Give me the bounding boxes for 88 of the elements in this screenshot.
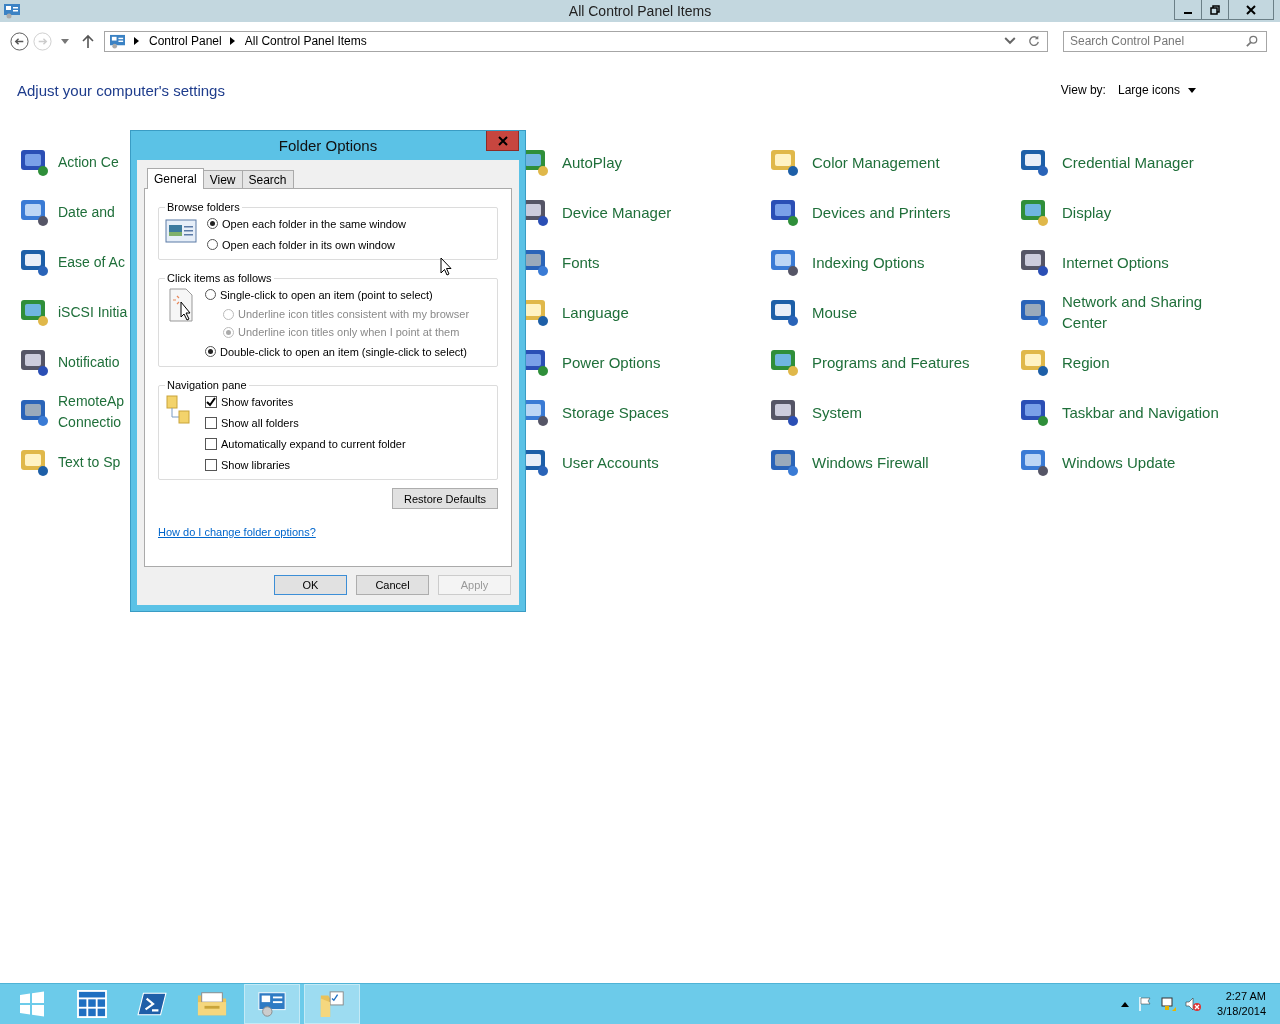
restore-icon bbox=[1210, 4, 1220, 15]
applet-link[interactable]: iSCSI Initia bbox=[58, 301, 128, 323]
search-icon bbox=[1246, 34, 1258, 47]
control-panel-icon bbox=[109, 33, 126, 49]
control-panel-icon bbox=[3, 3, 21, 19]
applet-link[interactable]: Indexing Options bbox=[812, 251, 925, 273]
tab[interactable]: Search bbox=[241, 170, 294, 188]
applet-link[interactable]: Text to Sp bbox=[58, 451, 121, 473]
caret-up-icon[interactable] bbox=[1121, 1001, 1130, 1007]
dialog-button[interactable]: Cancel bbox=[356, 575, 429, 595]
applet-link[interactable]: Action Ce bbox=[58, 151, 119, 173]
applet-link[interactable]: User Accounts bbox=[562, 451, 659, 473]
taskbar-button[interactable] bbox=[244, 984, 300, 1024]
dialog-title: Folder Options bbox=[278, 137, 378, 154]
applet-link[interactable]: Windows Firewall bbox=[812, 451, 929, 473]
chevron-down-icon[interactable] bbox=[1004, 35, 1016, 47]
breadcrumb[interactable]: All Control Panel Items bbox=[244, 34, 367, 48]
flag-icon[interactable] bbox=[1137, 996, 1154, 1012]
close-icon bbox=[1246, 4, 1256, 15]
help-link[interactable]: How do I change folder options? bbox=[158, 526, 316, 538]
window-title: All Control Panel Items bbox=[567, 3, 713, 19]
applet-link[interactable]: System bbox=[812, 401, 862, 423]
applet-link[interactable]: Power Options bbox=[562, 351, 661, 373]
clock-time: 2:27 AM bbox=[1225, 989, 1266, 1004]
search-field[interactable]: Search Control Panel bbox=[1063, 30, 1267, 52]
applet-link[interactable]: Storage Spaces bbox=[562, 401, 669, 423]
applet-link[interactable]: Display bbox=[1062, 201, 1112, 223]
address-bar[interactable]: Control Panel All Control Panel Items bbox=[104, 30, 1048, 52]
radio-option[interactable]: Double-click to open an item (single-click to select) bbox=[205, 341, 470, 362]
clock-date: 3/18/2014 bbox=[1217, 1004, 1266, 1019]
applet-link[interactable]: Programs and Features bbox=[812, 351, 970, 373]
tab[interactable]: General bbox=[147, 168, 204, 189]
applet-link[interactable]: Color Management bbox=[812, 151, 940, 173]
group-title: Browse folders bbox=[166, 201, 241, 213]
radio-option[interactable]: Single-click to open an item (point to select) bbox=[205, 284, 470, 305]
group-title: Click items as follows bbox=[166, 272, 273, 284]
mouse-pointer-icon bbox=[440, 257, 452, 276]
back-icon[interactable] bbox=[10, 31, 29, 51]
tab[interactable]: View bbox=[202, 170, 243, 188]
applet-link[interactable]: RemoteAp Connectio bbox=[58, 391, 128, 433]
minimize-button[interactable] bbox=[1174, 0, 1202, 20]
applet-link[interactable]: Device Manager bbox=[562, 201, 672, 223]
applet-link[interactable]: Devices and Printers bbox=[812, 201, 951, 223]
applet-link[interactable]: Language bbox=[562, 301, 629, 323]
breadcrumb[interactable]: Control Panel bbox=[149, 34, 222, 48]
applet-link[interactable]: Mouse bbox=[812, 301, 858, 323]
caret-icon bbox=[1188, 87, 1196, 93]
applet-link[interactable]: Fonts bbox=[562, 251, 600, 273]
chevron-icon[interactable] bbox=[134, 37, 139, 45]
page-heading: Adjust your computer's settings bbox=[17, 81, 225, 99]
windows-logo-icon bbox=[17, 990, 47, 1018]
close-button[interactable] bbox=[1228, 0, 1274, 20]
applet-link[interactable]: Taskbar and Navigation bbox=[1062, 401, 1219, 423]
dropdown-icon[interactable] bbox=[61, 38, 69, 44]
applet-link[interactable]: Internet Options bbox=[1062, 251, 1169, 273]
checkbox-option[interactable]: Automatically expand to current folder bbox=[205, 433, 406, 454]
applet-link[interactable]: Date and bbox=[58, 201, 115, 223]
applet-link[interactable]: Windows Update bbox=[1062, 451, 1176, 473]
applet-link[interactable]: Credential Manager bbox=[1062, 151, 1194, 173]
network-icon[interactable] bbox=[1161, 996, 1178, 1012]
close-icon bbox=[497, 135, 508, 146]
group-title: Navigation pane bbox=[166, 379, 248, 391]
view-dropdown[interactable]: Large icons bbox=[1117, 83, 1196, 97]
up-arrow-icon[interactable] bbox=[82, 34, 94, 48]
checkbox-option[interactable]: Show all folders bbox=[205, 412, 406, 433]
refresh-icon[interactable] bbox=[1028, 35, 1040, 47]
checkbox-option[interactable]: Show favorites bbox=[205, 391, 406, 412]
restore-defaults-button[interactable]: Restore Defaults bbox=[392, 488, 498, 509]
radio-option[interactable]: Open each folder in its own window bbox=[207, 234, 407, 255]
muted-speaker-icon[interactable] bbox=[1185, 996, 1202, 1012]
chevron-icon[interactable] bbox=[229, 37, 235, 45]
prompt-icon bbox=[137, 990, 167, 1018]
applet-link[interactable]: Network and Sharing Center bbox=[1062, 291, 1242, 333]
pointer-page-icon bbox=[167, 288, 195, 322]
applet-link[interactable]: AutoPlay bbox=[562, 151, 623, 173]
checkmark-icon bbox=[206, 396, 216, 407]
applet-link[interactable]: Region bbox=[1062, 351, 1110, 373]
radio-option[interactable]: Open each folder in the same window bbox=[207, 213, 407, 234]
folder-icon bbox=[197, 990, 227, 1018]
checkbox-option[interactable]: Show libraries bbox=[205, 454, 406, 475]
minimize-icon bbox=[1184, 11, 1192, 14]
tiles-icon bbox=[77, 990, 107, 1018]
view-by-label: View by: bbox=[1060, 83, 1106, 97]
window-layout-icon bbox=[165, 217, 197, 245]
applet-link[interactable]: Ease of Ac bbox=[58, 251, 125, 273]
dialog-button[interactable]: OK bbox=[274, 575, 347, 595]
control-panel-icon bbox=[257, 990, 287, 1018]
applet-link[interactable]: Notificatio bbox=[58, 351, 120, 373]
